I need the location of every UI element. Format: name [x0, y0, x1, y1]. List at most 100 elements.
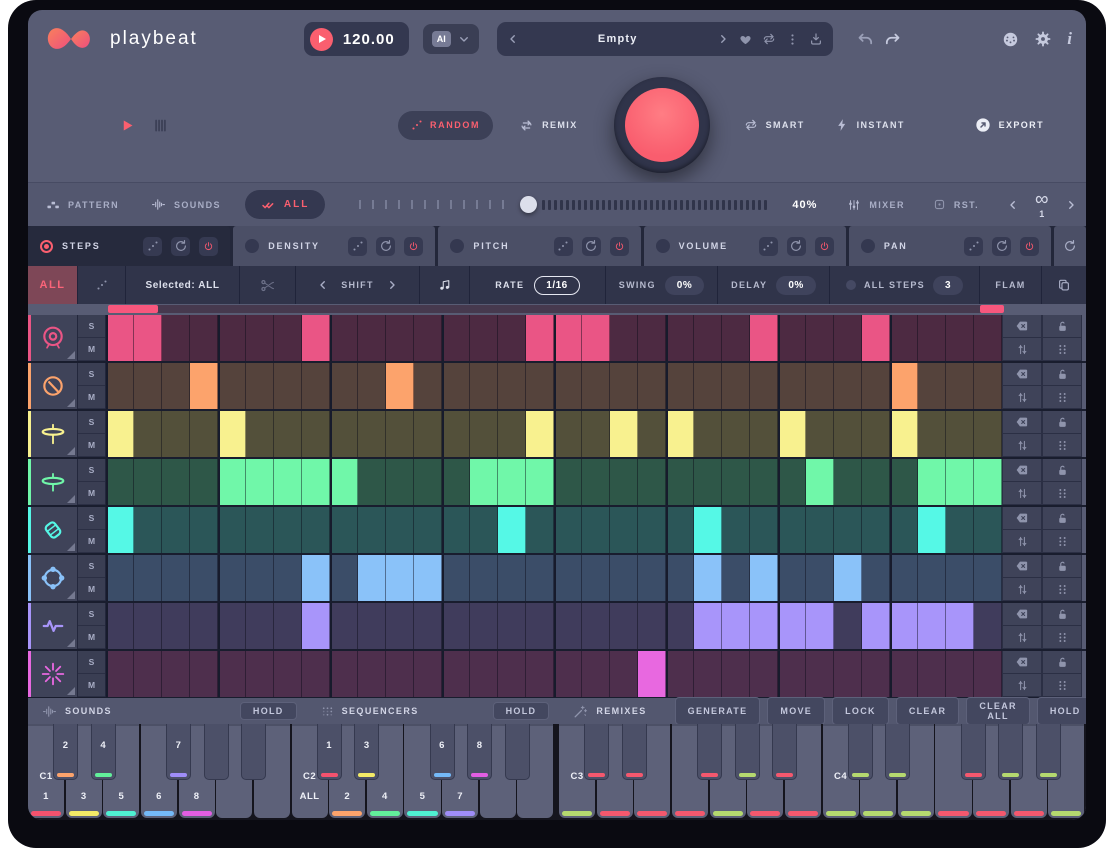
step-fx-2[interactable] [134, 651, 162, 697]
mute-button[interactable]: M [78, 578, 105, 601]
step-shaker-31[interactable] [946, 507, 974, 553]
step-fx-5[interactable] [218, 651, 246, 697]
mute-button[interactable]: M [78, 626, 105, 649]
step-shaker-19[interactable] [610, 507, 638, 553]
step-cymbal-6[interactable] [246, 459, 274, 505]
step-synth-2[interactable] [134, 603, 162, 649]
track-select-tom[interactable] [28, 555, 78, 601]
step-fx-32[interactable] [974, 651, 1002, 697]
step-shaker-30[interactable] [918, 507, 946, 553]
sync-all-button[interactable] [1054, 226, 1086, 266]
step-kick-13[interactable] [442, 315, 470, 361]
step-shaker-9[interactable] [330, 507, 358, 553]
bpm-play-icon[interactable] [310, 28, 333, 51]
step-tom-15[interactable] [498, 555, 526, 601]
tab-random-icon[interactable] [348, 237, 367, 256]
tab-refresh-icon[interactable] [582, 237, 601, 256]
step-snare-29[interactable] [890, 363, 918, 409]
step-synth-24[interactable] [750, 603, 778, 649]
step-kick-28[interactable] [862, 315, 890, 361]
step-snare-28[interactable] [862, 363, 890, 409]
black-key[interactable]: 4 [91, 724, 116, 780]
step-synth-26[interactable] [806, 603, 834, 649]
step-synth-5[interactable] [218, 603, 246, 649]
track-filter-button[interactable] [1002, 578, 1042, 601]
step-kick-27[interactable] [834, 315, 862, 361]
track-select-shaker[interactable] [28, 507, 78, 553]
expand-corner-icon[interactable] [67, 543, 75, 551]
tab-power-icon[interactable] [199, 237, 218, 256]
step-snare-11[interactable] [386, 363, 414, 409]
step-kick-18[interactable] [582, 315, 610, 361]
step-fx-31[interactable] [946, 651, 974, 697]
pattern-length-display[interactable]: ∞ 1 [1035, 190, 1049, 219]
step-hihat-24[interactable] [750, 411, 778, 457]
step-tom-6[interactable] [246, 555, 274, 601]
step-shaker-27[interactable] [834, 507, 862, 553]
track-drag-handle[interactable] [1042, 578, 1082, 601]
step-tom-28[interactable] [862, 555, 890, 601]
black-key[interactable]: 8 [467, 724, 492, 780]
clear-track-button[interactable] [1002, 603, 1042, 626]
step-cymbal-28[interactable] [862, 459, 890, 505]
track-drag-handle[interactable] [1042, 674, 1082, 697]
step-tom-5[interactable] [218, 555, 246, 601]
step-shaker-23[interactable] [722, 507, 750, 553]
step-synth-21[interactable] [666, 603, 694, 649]
step-kick-11[interactable] [386, 315, 414, 361]
step-tom-17[interactable] [554, 555, 582, 601]
black-key[interactable]: 6 [430, 724, 455, 780]
step-tom-26[interactable] [806, 555, 834, 601]
black-key[interactable] [998, 724, 1023, 780]
black-key[interactable] [885, 724, 910, 780]
step-shaker-20[interactable] [638, 507, 666, 553]
step-tom-29[interactable] [890, 555, 918, 601]
step-fx-9[interactable] [330, 651, 358, 697]
step-snare-1[interactable] [106, 363, 134, 409]
step-hihat-28[interactable] [862, 411, 890, 457]
mute-button[interactable]: M [78, 434, 105, 457]
step-tom-9[interactable] [330, 555, 358, 601]
track-filter-button[interactable] [1002, 338, 1042, 361]
step-kick-6[interactable] [246, 315, 274, 361]
step-shaker-14[interactable] [470, 507, 498, 553]
step-fx-13[interactable] [442, 651, 470, 697]
step-hihat-3[interactable] [162, 411, 190, 457]
step-synth-10[interactable] [358, 603, 386, 649]
step-shaker-15[interactable] [498, 507, 526, 553]
step-tom-30[interactable] [918, 555, 946, 601]
step-snare-27[interactable] [834, 363, 862, 409]
step-shaker-13[interactable] [442, 507, 470, 553]
shift-right-icon[interactable] [386, 279, 398, 291]
row-random-button[interactable] [78, 266, 126, 304]
step-synth-1[interactable] [106, 603, 134, 649]
step-hihat-25[interactable] [778, 411, 806, 457]
step-shaker-3[interactable] [162, 507, 190, 553]
lock-button[interactable]: LOCK [832, 697, 889, 725]
track-drag-handle[interactable] [1042, 626, 1082, 649]
main-trigger-button[interactable] [614, 77, 710, 173]
track-lock-button[interactable] [1042, 459, 1082, 482]
move-button[interactable]: MOVE [767, 697, 825, 725]
delay-value[interactable]: 0% [776, 276, 815, 295]
step-synth-8[interactable] [302, 603, 330, 649]
tab-power-icon[interactable] [610, 237, 629, 256]
step-hihat-12[interactable] [414, 411, 442, 457]
step-shaker-2[interactable] [134, 507, 162, 553]
step-synth-7[interactable] [274, 603, 302, 649]
step-tom-31[interactable] [946, 555, 974, 601]
step-fx-7[interactable] [274, 651, 302, 697]
step-hihat-10[interactable] [358, 411, 386, 457]
expand-corner-icon[interactable] [67, 687, 75, 695]
step-kick-7[interactable] [274, 315, 302, 361]
step-shaker-18[interactable] [582, 507, 610, 553]
step-cymbal-5[interactable] [218, 459, 246, 505]
track-filter-button[interactable] [1002, 626, 1042, 649]
expand-corner-icon[interactable] [67, 591, 75, 599]
redo-icon[interactable] [884, 31, 901, 48]
step-shaker-12[interactable] [414, 507, 442, 553]
step-hihat-5[interactable] [218, 411, 246, 457]
black-key[interactable]: 1 [317, 724, 342, 780]
track-drag-handle[interactable] [1042, 530, 1082, 553]
black-key[interactable] [735, 724, 760, 780]
